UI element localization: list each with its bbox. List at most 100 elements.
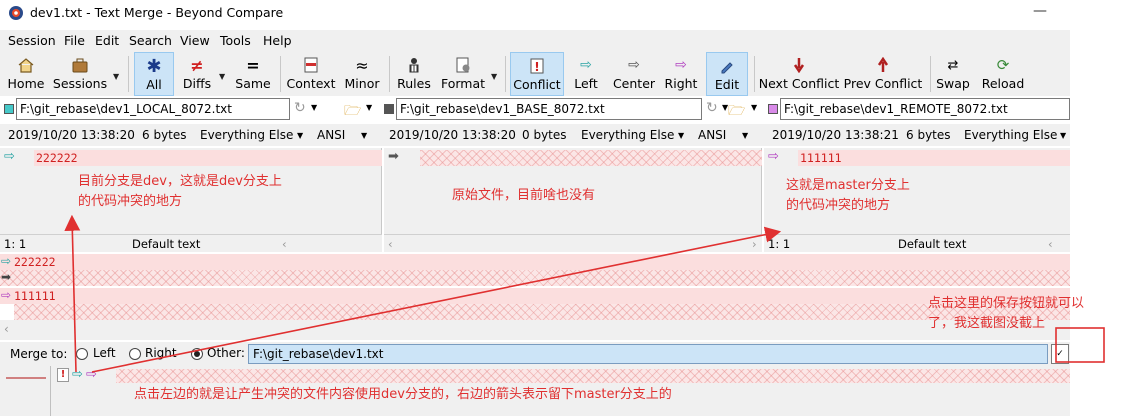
conflict-button[interactable]: ! Conflict [510,52,564,96]
scroll-left-icon[interactable]: ‹ [282,237,287,251]
arrow-up-red-icon [843,56,923,74]
scroll-right-icon[interactable]: › [752,237,757,251]
base-encoding-dropdown-icon[interactable]: ▼ [742,131,748,140]
base-filter-dropdown-icon[interactable]: ▼ [678,131,684,140]
combined-line-local[interactable]: ⇨ 222222 [0,254,1070,270]
local-folder-dropdown-icon[interactable]: ▼ [366,103,372,112]
sessions-dropdown-icon[interactable]: ▼ [113,72,119,81]
combined-arrow-gray-icon: ➡ [1,270,12,284]
remote-status-bar: 1: 1 Default text ‹ [764,234,1070,252]
context-button[interactable]: Context [285,52,337,96]
scroll-left-icon[interactable]: ‹ [1048,237,1053,251]
next-conflict-button[interactable]: Next Conflict [758,52,840,96]
scroll-left-icon[interactable]: ‹ [4,322,9,336]
remote-filter-dropdown-icon[interactable]: ▼ [1060,131,1066,140]
base-encoding[interactable]: ANSI [698,128,726,142]
local-color-swatch [4,104,14,114]
remote-date: 2019/10/20 13:38:21 [772,128,899,142]
arrow-down-red-icon [758,56,840,74]
conflict-arrow-purple-icon[interactable]: ⇨ [768,149,779,164]
combined-line-base[interactable]: ➡ [0,270,1070,286]
local-conflict-line[interactable]: 222222 [34,150,382,166]
arrow-right-gray-icon: ⇨ [628,57,640,73]
base-status-bar: ‹ › [384,234,762,252]
local-status-bar: 1: 1 Default text ‹ [0,234,382,252]
remote-cursor-position: 1: 1 [768,237,791,251]
left-button[interactable]: ⇨ Left [568,52,604,96]
menu-view[interactable]: View [180,33,210,48]
merge-path-dropdown-icon[interactable]: ✓ [1051,344,1069,364]
diffs-dropdown-icon[interactable]: ▼ [219,72,225,81]
minor-button[interactable]: ≈ Minor [340,52,384,96]
menu-session[interactable]: Session [8,33,56,48]
merge-other-label[interactable]: Other: [207,346,245,360]
sessions-button[interactable]: Sessions [50,52,110,96]
merge-right-radio[interactable] [129,348,141,360]
scroll-left-icon[interactable]: ‹ [388,237,393,251]
edit-button[interactable]: Edit [706,52,748,96]
beyond-compare-logo-icon [9,6,23,20]
local-path-dropdown-icon[interactable]: ▼ [311,103,317,112]
local-encoding[interactable]: ANSI [317,128,345,142]
conflict-marker-icon[interactable]: ! [57,368,69,382]
merge-left-label[interactable]: Left [93,346,116,360]
referee-icon [394,56,434,74]
browse-arrow-icon[interactable]: ↻ [706,100,718,116]
briefcase-icon [50,56,110,74]
home-button[interactable]: Home [4,52,48,96]
remote-color-swatch [768,104,778,114]
home-icon [4,56,48,74]
base-path-input[interactable]: F:\git_rebase\dev1_BASE_8072.txt [396,98,702,120]
format-dropdown-icon[interactable]: ▼ [491,72,497,81]
local-format-label: Default text [132,237,201,251]
format-icon [438,56,488,74]
browse-arrow-icon[interactable]: ↻ [294,100,306,116]
menu-search[interactable]: Search [129,33,172,48]
base-filter[interactable]: Everything Else [581,128,674,142]
conflict-icon: ! [511,57,563,75]
conflict-arrow-teal-icon[interactable]: ⇨ [4,149,15,164]
prev-conflict-button[interactable]: Prev Conflict [843,52,923,96]
base-color-swatch [384,104,394,114]
arrow-right-teal-icon: ⇨ [580,57,592,73]
center-button[interactable]: ⇨ Center [610,52,658,96]
take-right-arrow-icon[interactable]: ⇨ [86,367,97,382]
base-folder-dropdown-icon[interactable]: ▼ [751,103,757,112]
merge-left-radio[interactable] [76,348,88,360]
remote-path-input[interactable]: F:\git_rebase\dev1_REMOTE_8072.txt [780,98,1070,120]
remote-filter[interactable]: Everything Else [964,128,1057,142]
merge-other-radio[interactable] [191,348,203,360]
minimize-button[interactable]: — [1030,2,1050,22]
combined-scrollbar[interactable]: ‹ [0,320,1070,340]
local-encoding-dropdown-icon[interactable]: ▼ [361,131,367,140]
annotation-save-button: 点击这里的保存按钮就可以 了，我这截图没截上 [928,296,1085,331]
annotation-base-file: 原始文件，目前啥也没有 [452,188,596,203]
menu-edit[interactable]: Edit [95,33,119,48]
conflict-arrow-gray-icon[interactable]: ➡ [388,149,399,164]
right-button[interactable]: ⇨ Right [662,52,700,96]
merge-right-label[interactable]: Right [145,346,177,360]
base-open-folder-icon[interactable]: 🗁 [728,100,745,124]
local-filter-dropdown-icon[interactable]: ▼ [297,131,303,140]
combined-arrow-purple-icon: ⇨ [1,288,12,302]
take-left-arrow-icon[interactable]: ⇨ [72,367,83,382]
all-button[interactable]: ✱ All [134,52,174,96]
asterisk-icon: ✱ [146,55,162,77]
combined-line-remote[interactable]: ⇨ 111111 [0,288,1070,304]
annotation-dev-branch: 目前分支是dev，这就是dev分支上 的代码冲突的地方 [78,174,282,209]
local-open-folder-icon[interactable]: 🗁 [344,100,361,124]
menu-tools[interactable]: Tools [220,33,251,48]
merge-output-path-input[interactable]: F:\git_rebase\dev1.txt [248,344,1048,364]
local-filter[interactable]: Everything Else [200,128,293,142]
title-bar: dev1.txt - Text Merge - Beyond Compare — [0,0,1125,26]
rules-button[interactable]: Rules [394,52,434,96]
same-button[interactable]: = Same [232,52,274,96]
remote-conflict-line[interactable]: 111111 [798,150,1070,166]
menu-file[interactable]: File [64,33,85,48]
format-button[interactable]: Format [438,52,488,96]
local-path-input[interactable]: F:\git_rebase\dev1_LOCAL_8072.txt [16,98,290,120]
diffs-button[interactable]: ≠ Diffs [178,52,216,96]
swap-button[interactable]: ⇄ Swap [934,52,972,96]
menu-help[interactable]: Help [263,33,292,48]
reload-button[interactable]: ⟳ Reload [978,52,1028,96]
